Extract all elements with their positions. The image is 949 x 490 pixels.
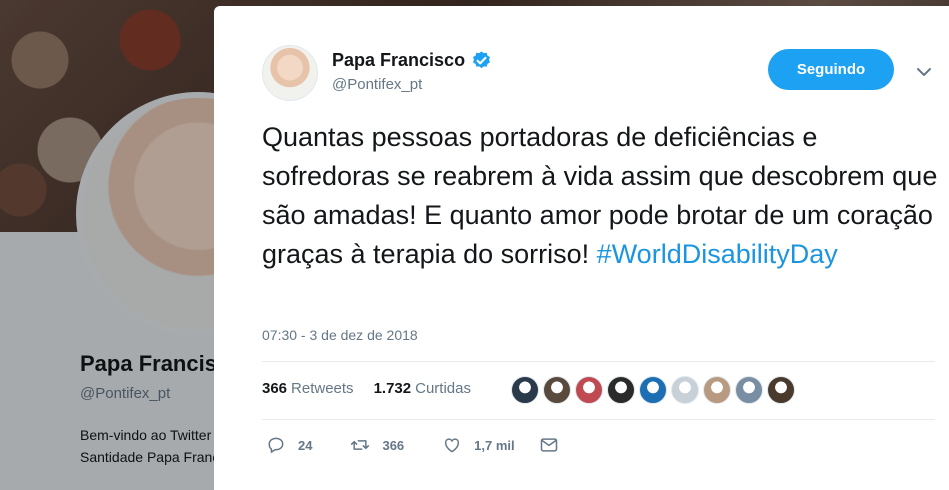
likes-stat[interactable]: 1.732 Curtidas: [374, 380, 471, 397]
liker-avatar[interactable]: [767, 376, 795, 404]
heart-icon: [445, 438, 460, 453]
reply-icon: [268, 437, 284, 453]
divider: [262, 419, 935, 420]
liker-avatar[interactable]: [703, 376, 731, 404]
retweets-count: 366: [262, 380, 288, 397]
liker-avatar[interactable]: [639, 376, 667, 404]
tweet-modal: Papa Francisco @Pontifex_pt Seguindo Qua…: [214, 6, 949, 490]
retweets-label: Retweets: [291, 380, 354, 397]
author-handle[interactable]: @Pontifex_pt: [332, 76, 422, 93]
retweets-stat[interactable]: 366 Retweets: [262, 380, 354, 397]
liker-avatar[interactable]: [511, 376, 539, 404]
tweet-actions: 24 366 1,7 mil: [266, 435, 609, 455]
liker-avatar[interactable]: [575, 376, 603, 404]
liker-avatar[interactable]: [735, 376, 763, 404]
tweet-stats: 366 Retweets 1.732 Curtidas: [262, 380, 471, 397]
tweet-timestamp[interactable]: 07:30 - 3 de dez de 2018: [262, 327, 418, 343]
likers-avatars: [511, 376, 795, 404]
like-button[interactable]: 1,7 mil: [442, 435, 515, 455]
like-count: 1,7 mil: [474, 437, 515, 453]
verified-badge-icon: [473, 51, 491, 69]
reply-count: 24: [298, 437, 313, 453]
liker-avatar[interactable]: [607, 376, 635, 404]
author-name-row[interactable]: Papa Francisco: [332, 50, 492, 71]
likes-count: 1.732: [373, 380, 412, 397]
author-avatar[interactable]: [262, 45, 318, 101]
hashtag-link[interactable]: #WorldDisabilityDay: [597, 239, 838, 269]
chevron-down-icon[interactable]: [912, 62, 936, 82]
mail-icon: [540, 438, 557, 452]
retweet-count: 366: [382, 437, 405, 453]
divider: [262, 361, 935, 362]
following-button[interactable]: Seguindo: [768, 49, 894, 90]
likes-label: Curtidas: [415, 380, 471, 397]
author-name[interactable]: Papa Francisco: [332, 50, 465, 71]
direct-message-button[interactable]: [539, 435, 571, 455]
retweet-icon: [351, 440, 370, 450]
liker-avatar[interactable]: [543, 376, 571, 404]
reply-button[interactable]: 24: [266, 435, 312, 455]
retweet-button[interactable]: 366: [350, 435, 404, 455]
liker-avatar[interactable]: [671, 376, 699, 404]
tweet-text: Quantas pessoas portadoras de deficiênci…: [262, 118, 942, 274]
